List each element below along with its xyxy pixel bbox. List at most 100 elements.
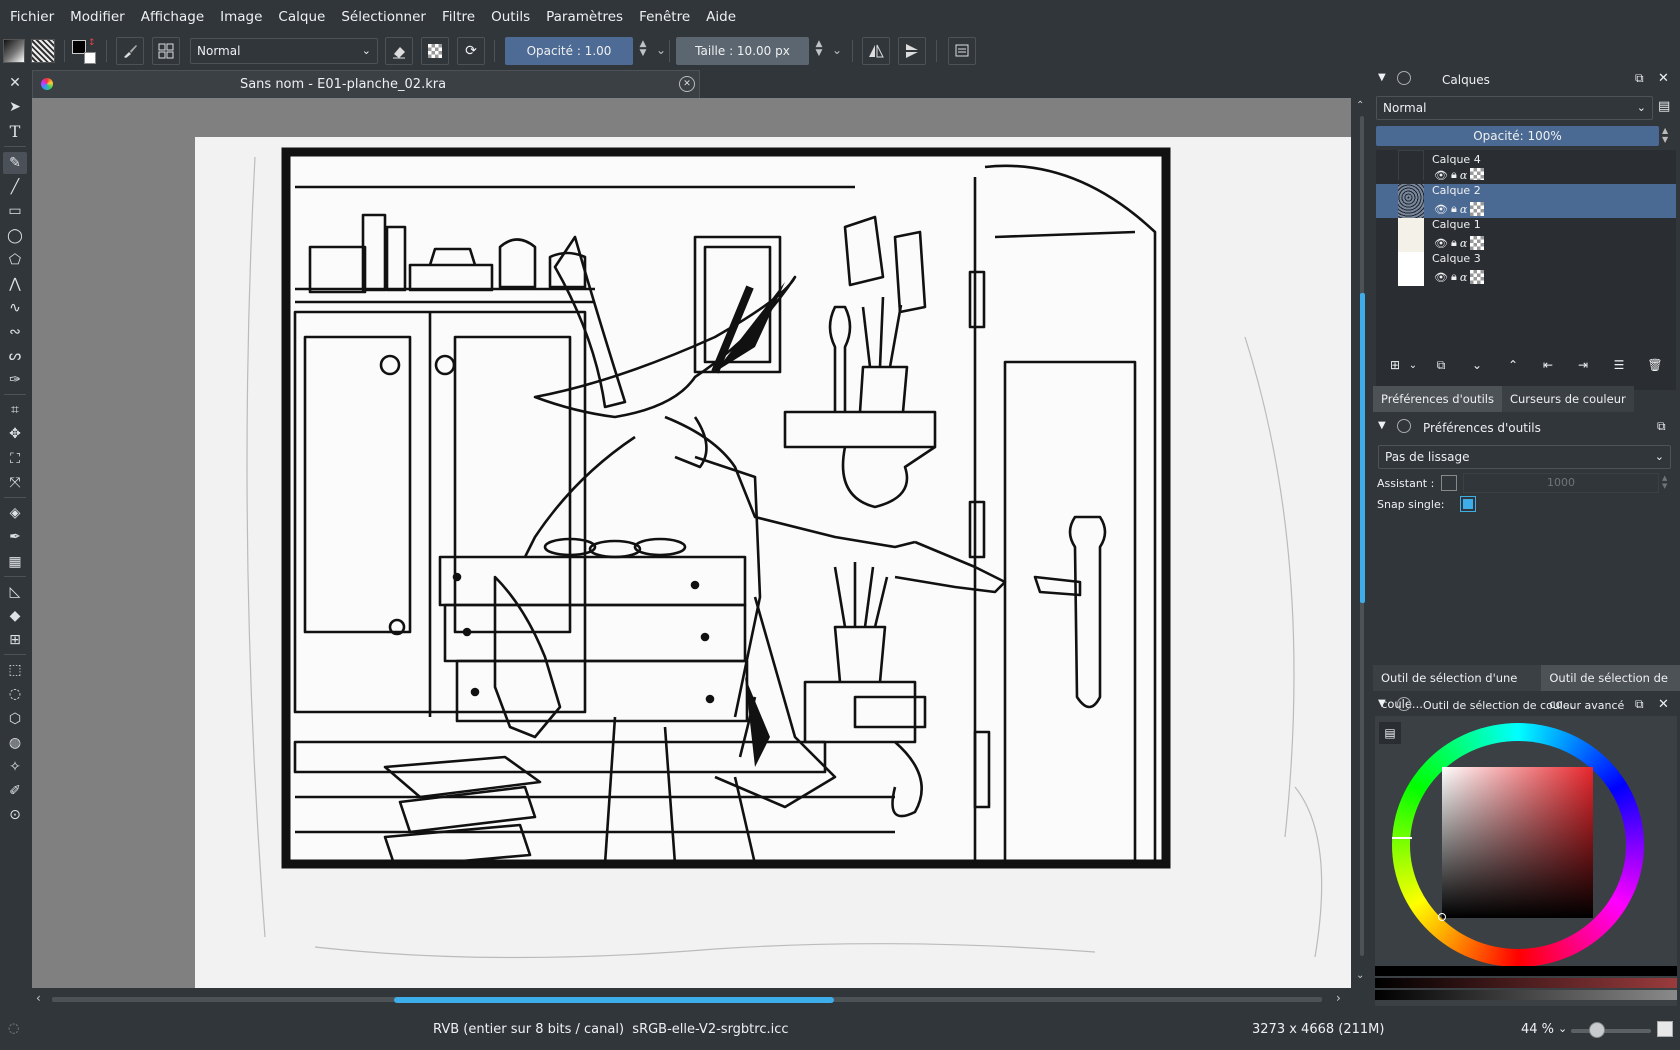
assistant-checkbox[interactable]: [1441, 475, 1457, 491]
color-strip-1[interactable]: [1375, 966, 1677, 976]
freehand-brush-tool-icon[interactable]: ✎: [3, 152, 27, 174]
workspace-button[interactable]: [948, 37, 976, 65]
move-into-group-icon[interactable]: ⇥: [1575, 357, 1591, 373]
alpha-inherit-icon[interactable]: [1470, 270, 1485, 284]
mirror-horizontal-button[interactable]: [862, 37, 890, 65]
grid-tool-icon[interactable]: ⊞: [3, 629, 27, 651]
contiguous-selection-tool-icon[interactable]: ✧: [3, 756, 27, 778]
tab-color-sliders[interactable]: Curseurs de couleur: [1501, 386, 1634, 412]
float-docker-icon[interactable]: ⧉: [1635, 71, 1644, 86]
color-strip-2[interactable]: [1375, 978, 1677, 988]
visibility-eye-icon[interactable]: 👁: [1434, 271, 1448, 284]
collapse-arrow-icon[interactable]: ▼: [1378, 420, 1386, 431]
lock-docker-icon[interactable]: [1397, 71, 1411, 85]
layer-properties-icon[interactable]: ▤: [1658, 99, 1670, 114]
color-picker-tool-icon[interactable]: ✒: [3, 526, 27, 548]
delete-layer-icon[interactable]: 🗑︎: [1647, 357, 1663, 373]
lock-docker-icon[interactable]: [1397, 697, 1411, 711]
size-spinner[interactable]: ▲ ▼: [813, 40, 825, 58]
assistant-magnetism-field[interactable]: 1000: [1463, 473, 1659, 493]
polygon-tool-icon[interactable]: ⬠: [3, 249, 27, 271]
polyline-tool-icon[interactable]: ⋀: [3, 273, 27, 295]
menu-outils[interactable]: Outils: [483, 0, 538, 34]
layer-properties-sliders-icon[interactable]: ☰: [1611, 357, 1627, 373]
drawing-canvas[interactable]: [195, 137, 1351, 988]
alpha-icon[interactable]: α: [1460, 169, 1467, 181]
size-menu-chevron-icon[interactable]: ⌄: [832, 43, 842, 57]
vertical-scrollbar[interactable]: ⌃ ⌄: [1351, 98, 1373, 988]
line-tool-icon[interactable]: ╱: [3, 176, 27, 198]
menu-aide[interactable]: Aide: [698, 0, 744, 34]
lock-icon[interactable]: 🔒︎: [1451, 236, 1457, 250]
alpha-inherit-icon[interactable]: [1470, 202, 1485, 216]
scroll-right-arrow-icon[interactable]: ›: [1336, 991, 1341, 1005]
polygonal-selection-tool-icon[interactable]: ⬡: [3, 708, 27, 730]
assistant-tool-icon[interactable]: ◺: [3, 581, 27, 603]
crop-tool-icon[interactable]: ⌗: [3, 399, 27, 421]
visibility-eye-icon[interactable]: 👁: [1434, 203, 1448, 216]
pattern-preset-button[interactable]: [31, 39, 55, 63]
assistant-spinner[interactable]: ▲ ▼: [1662, 474, 1667, 490]
snap-single-checkbox[interactable]: [1460, 496, 1476, 512]
ellipse-tool-icon[interactable]: ◯: [3, 225, 27, 247]
scroll-left-arrow-icon[interactable]: ‹: [36, 991, 41, 1005]
preserve-alpha-button[interactable]: [421, 37, 449, 65]
canvas-viewport[interactable]: [32, 98, 1351, 988]
vertical-scrollbar-thumb[interactable]: [1360, 293, 1365, 603]
transform-tool-icon[interactable]: ⛶: [3, 448, 27, 470]
multibrush-tool-icon[interactable]: ✑: [3, 369, 27, 391]
alpha-inherit-icon[interactable]: [1470, 168, 1485, 180]
menu-affichage[interactable]: Affichage: [133, 0, 212, 34]
layer-row-calque-4[interactable]: Calque 4 👁 🔒︎ α: [1376, 150, 1676, 180]
menu-image[interactable]: Image: [212, 0, 270, 34]
bezier-tool-icon[interactable]: ∿: [3, 297, 27, 319]
menu-selectionner[interactable]: Sélectionner: [333, 0, 434, 34]
add-layer-icon[interactable]: ⊞: [1387, 357, 1403, 373]
layer-opacity-slider[interactable]: Opacité: 100%: [1376, 126, 1659, 146]
dynamic-brush-tool-icon[interactable]: ᔕ: [3, 345, 27, 367]
freehand-path-tool-icon[interactable]: ∾: [3, 321, 27, 343]
menu-parametres[interactable]: Paramètres: [538, 0, 631, 34]
lock-icon[interactable]: 🔒︎: [1451, 168, 1457, 180]
visibility-eye-icon[interactable]: 👁: [1434, 169, 1448, 181]
lock-icon[interactable]: 🔒︎: [1451, 202, 1457, 216]
lock-docker-icon[interactable]: [1397, 419, 1411, 433]
zoom-slider-track[interactable]: [1571, 1029, 1651, 1033]
color-selector-settings-icon[interactable]: ▤: [1379, 722, 1401, 744]
layer-row-calque-2[interactable]: Calque 2 👁 🔒︎ α: [1376, 184, 1676, 218]
menu-filtre[interactable]: Filtre: [434, 0, 483, 34]
warp-tool-icon[interactable]: ⤧: [3, 472, 27, 494]
lock-icon[interactable]: 🔒︎: [1451, 270, 1457, 284]
layer-row-calque-3[interactable]: Calque 3 👁 🔒︎ α: [1376, 252, 1676, 286]
text-tool-icon[interactable]: T: [3, 120, 27, 142]
menu-fenetre[interactable]: Fenêtre: [631, 0, 698, 34]
alpha-inherit-icon[interactable]: [1470, 236, 1485, 250]
opacity-slider[interactable]: Opacité : 1.00: [505, 37, 633, 65]
mirror-vertical-button[interactable]: [898, 37, 926, 65]
duplicate-layer-icon[interactable]: ⧉: [1433, 357, 1449, 373]
move-layer-down-icon[interactable]: ⌄: [1469, 357, 1485, 373]
brush-preset-button[interactable]: [116, 37, 144, 65]
visibility-eye-icon[interactable]: 👁: [1434, 237, 1448, 250]
alpha-icon[interactable]: α: [1460, 271, 1467, 284]
layer-row-calque-1[interactable]: Calque 1 👁 🔒︎ α: [1376, 218, 1676, 252]
brush-settings-button[interactable]: [152, 37, 180, 65]
canvas-only-toggle-icon[interactable]: [1657, 1021, 1673, 1037]
similar-color-selection-tool-icon[interactable]: ✐: [3, 780, 27, 802]
alpha-icon[interactable]: α: [1460, 203, 1467, 216]
hue-ring-marker[interactable]: [1392, 837, 1412, 839]
rectangular-selection-tool-icon[interactable]: ⬚: [3, 659, 27, 681]
float-docker-icon[interactable]: ⧉: [1657, 419, 1666, 434]
background-color-swatch[interactable]: [84, 52, 96, 64]
document-tab[interactable]: Sans nom - E01-planche_02.kra ✕: [32, 70, 700, 98]
move-tool-icon[interactable]: ✥: [3, 423, 27, 445]
gradient-preset-button[interactable]: [3, 39, 25, 63]
layer-opacity-spinner[interactable]: ▲ ▼: [1662, 126, 1668, 144]
menu-fichier[interactable]: Fichier: [2, 0, 62, 34]
alpha-icon[interactable]: α: [1460, 237, 1467, 250]
menu-calque[interactable]: Calque: [270, 0, 333, 34]
select-shapes-tool-icon[interactable]: ➤: [3, 96, 27, 118]
opacity-menu-chevron-icon[interactable]: ⌄: [656, 43, 666, 57]
freehand-selection-tool-icon[interactable]: ◍: [3, 732, 27, 754]
close-document-icon[interactable]: ✕: [679, 76, 695, 92]
